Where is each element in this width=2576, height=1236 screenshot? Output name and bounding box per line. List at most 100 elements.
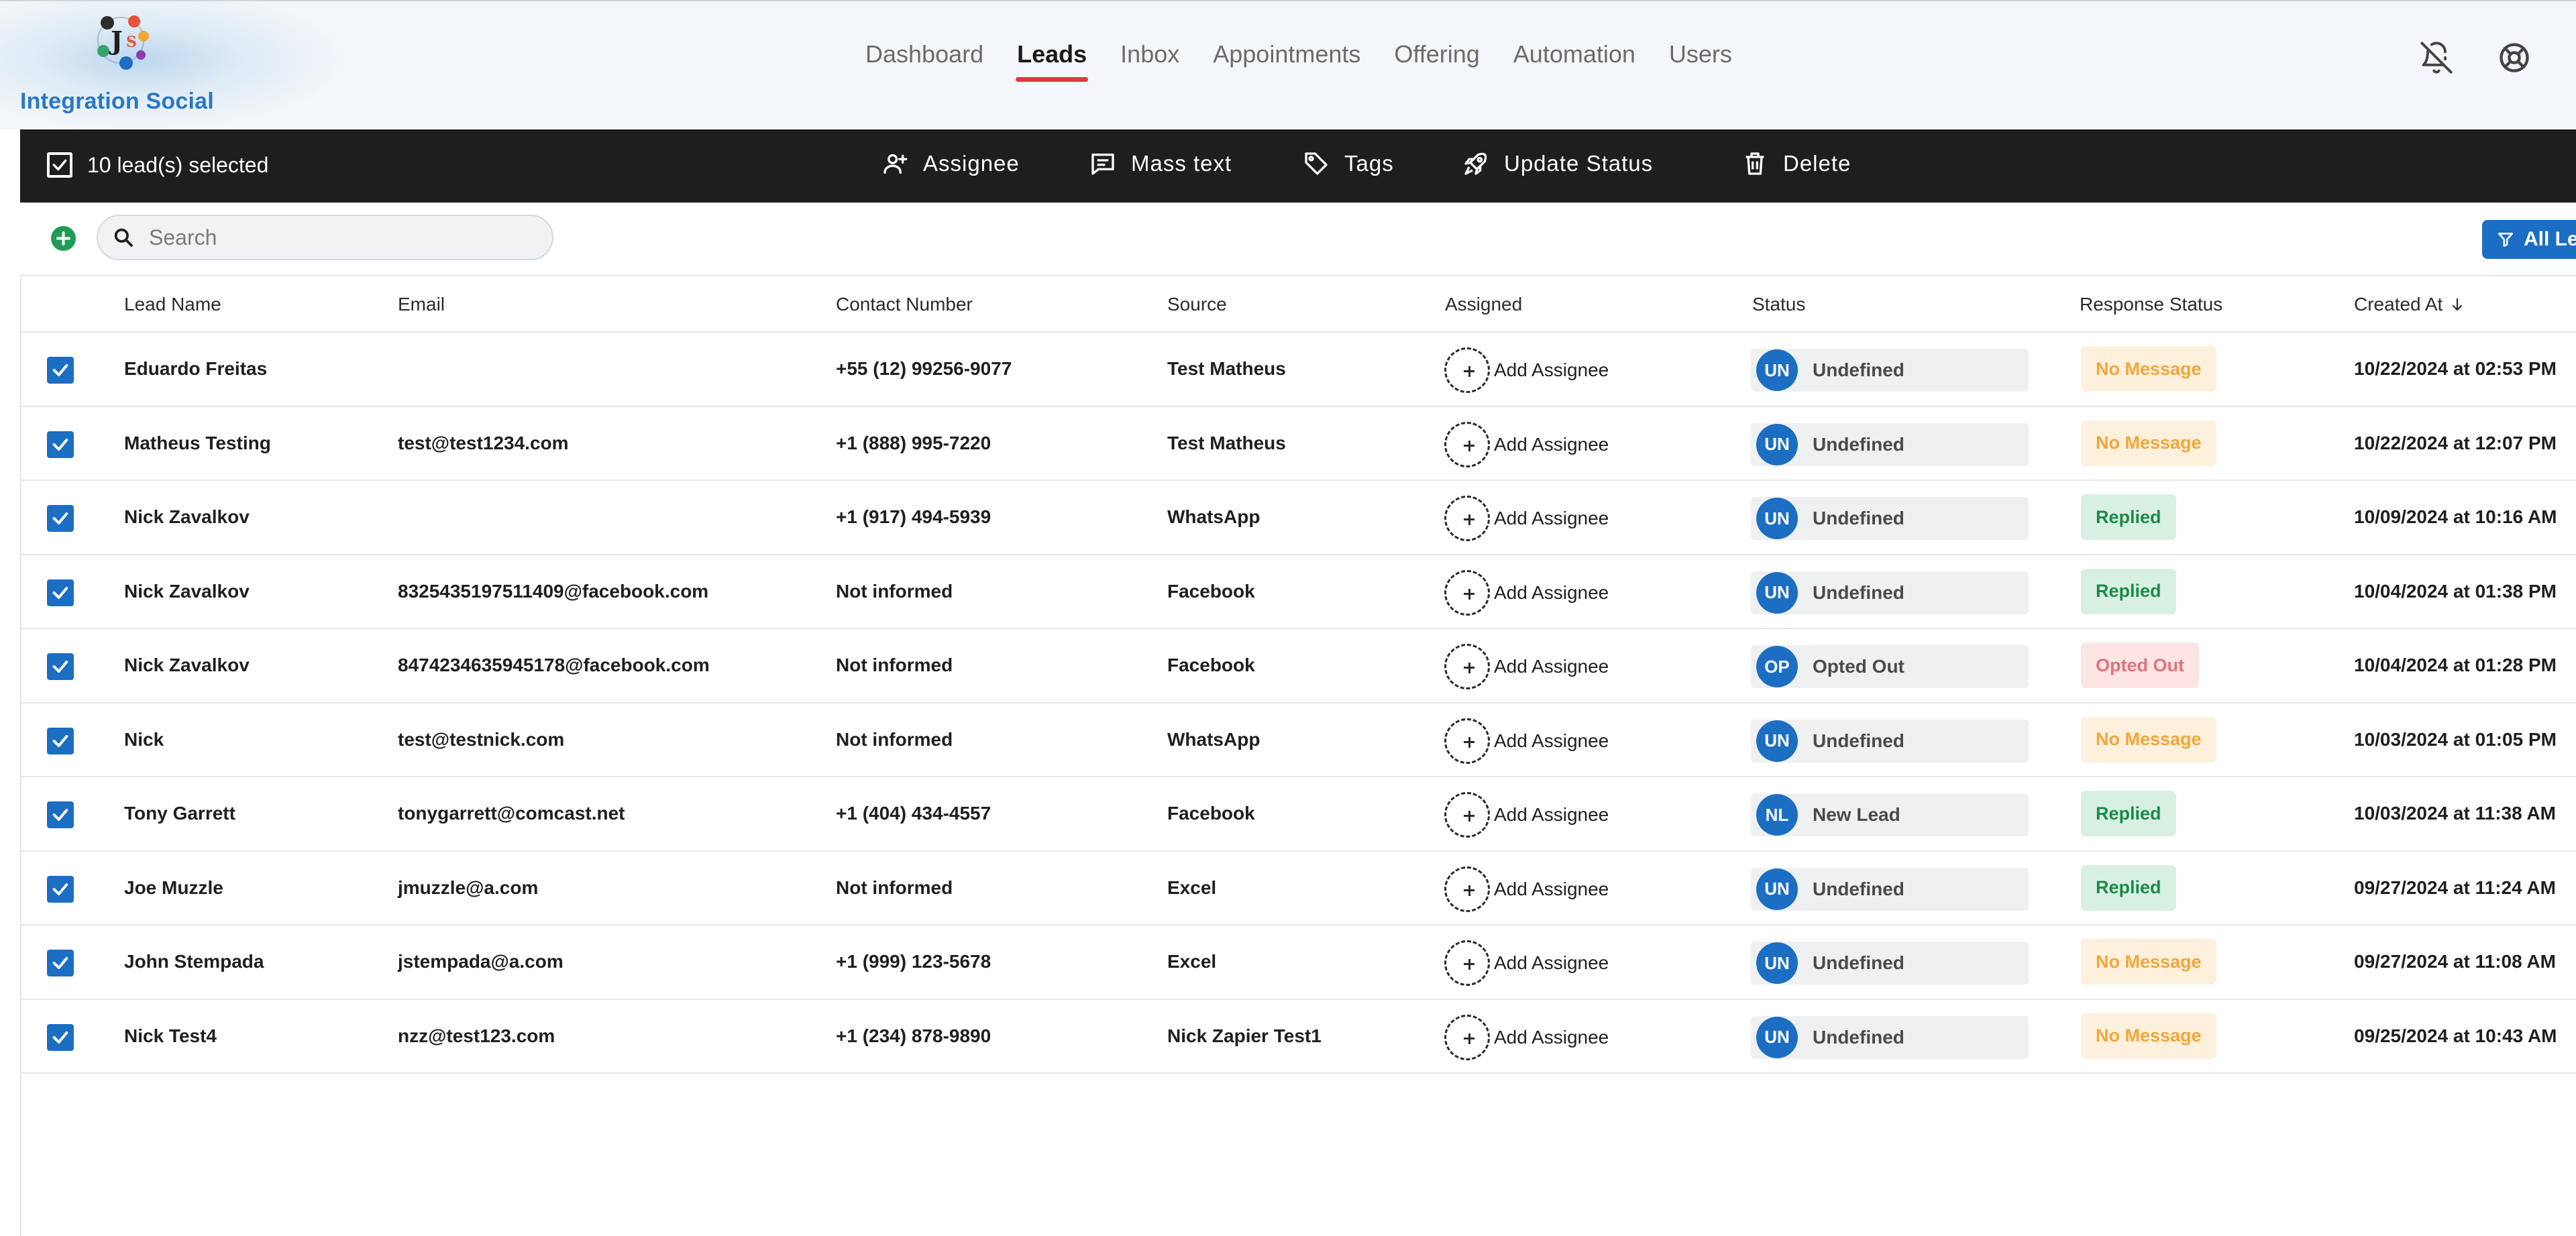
- add-assignee-icon: [1444, 1014, 1490, 1060]
- col-header-lead-name[interactable]: Lead Name: [124, 294, 221, 315]
- add-assignee-button[interactable]: Add Assignee: [1444, 718, 1609, 764]
- col-header-assigned[interactable]: Assigned: [1445, 294, 1522, 315]
- lead-name[interactable]: Nick Zavalkov: [124, 506, 250, 528]
- lead-email: test@testnick.com: [398, 728, 565, 750]
- row-checkbox[interactable]: [47, 431, 74, 458]
- status-select[interactable]: UN Undefined: [1751, 423, 2029, 466]
- lead-name[interactable]: Nick Zavalkov: [124, 655, 250, 676]
- add-assignee-button[interactable]: Add Assignee: [1444, 940, 1609, 986]
- lead-name[interactable]: Nick Zavalkov: [124, 581, 250, 602]
- add-assignee-button[interactable]: Add Assignee: [1444, 569, 1609, 616]
- checkmark-icon: [52, 512, 68, 524]
- status-select[interactable]: UN Undefined: [1751, 942, 2029, 985]
- table-row[interactable]: Joe Muzzle jmuzzle@a.com Not informed Ex…: [21, 852, 2576, 925]
- status-select[interactable]: UN Undefined: [1751, 719, 2029, 763]
- checkmark-icon: [52, 661, 68, 673]
- col-header-source[interactable]: Source: [1167, 294, 1227, 315]
- lead-created-at: 10/22/2024 at 02:53 PM: [2354, 358, 2557, 379]
- row-checkbox[interactable]: [47, 875, 74, 903]
- col-header-created-at-label: Created At: [2354, 294, 2443, 315]
- col-header-email[interactable]: Email: [398, 294, 445, 315]
- lead-name[interactable]: John Stempada: [124, 951, 264, 972]
- add-assignee-button[interactable]: Add Assignee: [1444, 421, 1609, 467]
- nav-offering[interactable]: Offering: [1394, 40, 1479, 82]
- add-assignee-button[interactable]: Add Assignee: [1444, 866, 1609, 912]
- row-checkbox[interactable]: [47, 1023, 74, 1051]
- add-assignee-button[interactable]: Add Assignee: [1444, 1014, 1609, 1060]
- response-status-badge: Replied: [2081, 791, 2176, 836]
- add-assignee-button[interactable]: Add Assignee: [1444, 792, 1609, 838]
- bell-off-icon[interactable]: [2419, 40, 2454, 75]
- col-header-response-status[interactable]: Response Status: [2080, 294, 2222, 315]
- row-checkbox[interactable]: [47, 727, 74, 754]
- lead-created-at: 10/04/2024 at 01:28 PM: [2354, 655, 2557, 675]
- lead-name[interactable]: Matheus Testing: [124, 433, 271, 454]
- nav-automation[interactable]: Automation: [1513, 40, 1635, 82]
- add-assignee-label: Add Assignee: [1494, 359, 1609, 380]
- status-select[interactable]: OP Opted Out: [1751, 645, 2029, 688]
- all-leads-filter-button[interactable]: All Lea: [2482, 220, 2576, 259]
- status-select[interactable]: UN Undefined: [1751, 1015, 2029, 1059]
- status-select[interactable]: NL New Lead: [1751, 793, 2029, 836]
- response-status-badge: No Message: [2081, 346, 2216, 392]
- nav-appointments[interactable]: Appointments: [1213, 40, 1360, 82]
- status-select[interactable]: UN Undefined: [1751, 571, 2029, 614]
- nav-leads[interactable]: Leads: [1016, 40, 1089, 82]
- nav-users[interactable]: Users: [1669, 40, 1732, 82]
- add-lead-button[interactable]: [51, 226, 76, 251]
- mass-text-action-button[interactable]: Mass text: [1089, 150, 1232, 177]
- response-status-badge: No Message: [2081, 716, 2216, 763]
- row-checkbox[interactable]: [47, 579, 74, 606]
- add-assignee-label: Add Assignee: [1494, 804, 1609, 825]
- update-status-action-button[interactable]: Update Status: [1462, 150, 1653, 177]
- checkmark-icon: [52, 734, 68, 747]
- lead-name[interactable]: Eduardo Freitas: [124, 358, 267, 380]
- table-row[interactable]: Eduardo Freitas +55 (12) 99256-9077 Test…: [21, 333, 2576, 407]
- row-checkbox[interactable]: [47, 505, 74, 532]
- col-header-created-at[interactable]: Created At: [2354, 294, 2465, 315]
- lead-source: Excel: [1167, 877, 1217, 898]
- lead-name[interactable]: Nick Test4: [124, 1025, 217, 1047]
- add-assignee-button[interactable]: Add Assignee: [1444, 496, 1609, 541]
- row-checkbox[interactable]: [47, 950, 74, 976]
- lead-contact-number: Not informed: [836, 655, 953, 675]
- help-lifebuoy-icon[interactable]: [2497, 40, 2532, 75]
- row-checkbox[interactable]: [47, 653, 74, 680]
- search-input[interactable]: [149, 225, 525, 250]
- lead-name[interactable]: Joe Muzzle: [124, 877, 223, 899]
- select-all-checkbox[interactable]: [47, 152, 72, 178]
- add-assignee-button[interactable]: Add Assignee: [1444, 347, 1609, 393]
- status-select[interactable]: UN Undefined: [1751, 867, 2029, 911]
- nav-inbox[interactable]: Inbox: [1120, 40, 1179, 82]
- add-assignee-button[interactable]: Add Assignee: [1444, 644, 1609, 689]
- top-header: J S Integration Social Dashboard Leads I…: [0, 0, 2576, 131]
- lead-source: Test Matheus: [1167, 432, 1286, 453]
- status-select[interactable]: UN Undefined: [1751, 349, 2029, 392]
- row-checkbox[interactable]: [47, 801, 74, 828]
- checkmark-icon: [52, 586, 68, 599]
- row-checkbox[interactable]: [47, 357, 74, 384]
- table-row[interactable]: John Stempada jstempada@a.com +1 (999) 1…: [21, 925, 2576, 1000]
- lead-name[interactable]: Tony Garrett: [124, 803, 235, 824]
- search-icon: [114, 228, 133, 247]
- delete-action-button[interactable]: Delete: [1741, 150, 1851, 177]
- col-header-status[interactable]: Status: [1752, 294, 1805, 315]
- lead-created-at: 10/09/2024 at 10:16 AM: [2354, 506, 2557, 527]
- table-row[interactable]: Nick Zavalkov 8325435197511409@facebook.…: [21, 555, 2576, 629]
- table-row[interactable]: Tony Garrett tonygarrett@comcast.net +1 …: [21, 777, 2576, 852]
- status-label: Undefined: [1813, 878, 1904, 899]
- status-select[interactable]: UN Undefined: [1751, 497, 2029, 540]
- table-row[interactable]: Nick Zavalkov +1 (917) 494-5939 WhatsApp…: [21, 481, 2576, 555]
- status-avatar: UN: [1756, 1016, 1798, 1058]
- col-header-contact-number[interactable]: Contact Number: [836, 294, 973, 315]
- status-avatar: UN: [1756, 942, 1798, 984]
- nav-dashboard[interactable]: Dashboard: [865, 40, 983, 82]
- lead-name[interactable]: Nick: [124, 729, 164, 750]
- table-row[interactable]: Matheus Testing test@test1234.com +1 (88…: [21, 407, 2576, 481]
- assignee-action-button[interactable]: Assignee: [881, 150, 1020, 177]
- table-row[interactable]: Nick test@testnick.com Not informed What…: [21, 704, 2576, 777]
- add-assignee-label: Add Assignee: [1494, 952, 1609, 973]
- table-row[interactable]: Nick Test4 nzz@test123.com +1 (234) 878-…: [21, 1000, 2576, 1074]
- tags-action-button[interactable]: Tags: [1303, 150, 1394, 177]
- table-row[interactable]: Nick Zavalkov 8474234635945178@facebook.…: [21, 629, 2576, 704]
